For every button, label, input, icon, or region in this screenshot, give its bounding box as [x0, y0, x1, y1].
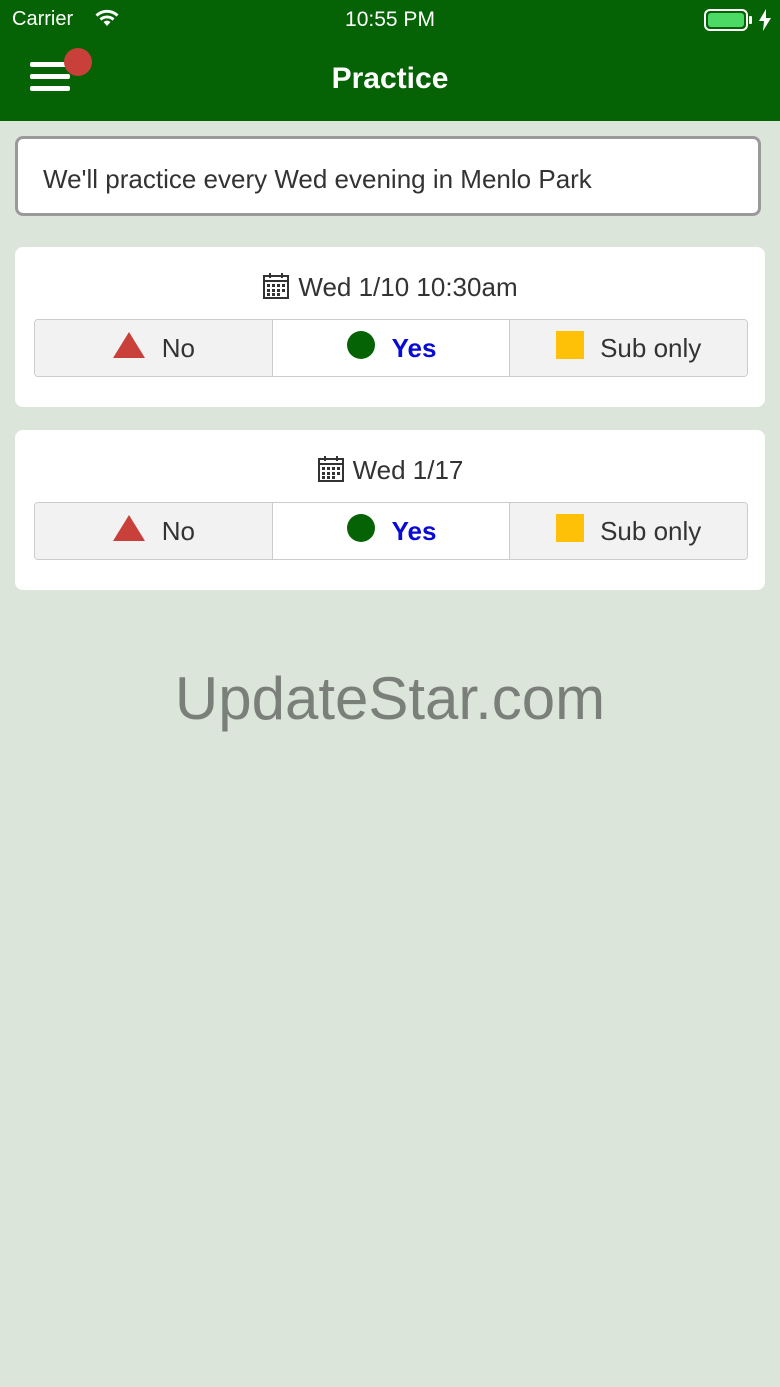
calendar-icon: [317, 455, 345, 490]
top-bar: Carrier 10:55 PM Practice: [0, 0, 780, 121]
page-title: Practice: [331, 62, 449, 95]
option-label: Yes: [391, 332, 437, 363]
watermark-text: UpdateStar.com: [174, 665, 606, 732]
square-icon: [556, 330, 585, 366]
triangle-icon: [112, 514, 146, 549]
event-date-row: Wed 1/10 10:30am: [15, 272, 765, 307]
event-date: Wed 1/10 10:30am: [298, 272, 518, 302]
option-label: Yes: [391, 515, 437, 546]
option-label: No: [161, 515, 195, 546]
event-card: Wed 1/17 No Yes Sub only: [15, 430, 765, 590]
option-label: Sub only: [600, 332, 702, 363]
option-label: No: [161, 332, 195, 363]
status-bar: Carrier 10:55 PM: [0, 0, 780, 40]
attendance-selector: No Yes Sub only: [34, 319, 748, 377]
option-sub-only[interactable]: Sub only: [510, 320, 747, 376]
clock: 10:55 PM: [345, 8, 435, 31]
option-sub-only[interactable]: Sub only: [510, 503, 747, 559]
square-icon: [556, 513, 585, 549]
battery-icon: [704, 9, 752, 37]
attendance-selector: No Yes Sub only: [34, 502, 748, 560]
calendar-icon: [262, 272, 290, 307]
event-card: Wed 1/10 10:30am No Yes Sub only: [15, 247, 765, 407]
circle-icon: [346, 330, 376, 367]
charging-icon: [758, 9, 772, 37]
option-no[interactable]: No: [35, 503, 273, 559]
event-date: Wed 1/17: [352, 455, 464, 485]
option-yes[interactable]: Yes: [272, 320, 511, 376]
option-no[interactable]: No: [35, 320, 273, 376]
description-text: We'll practice every Wed evening in Menl…: [43, 164, 592, 194]
circle-icon: [346, 513, 376, 550]
triangle-icon: [112, 331, 146, 366]
team-description: We'll practice every Wed evening in Menl…: [15, 136, 761, 216]
event-date-row: Wed 1/17: [15, 455, 765, 490]
option-label: Sub only: [600, 515, 702, 546]
option-yes[interactable]: Yes: [272, 503, 511, 559]
